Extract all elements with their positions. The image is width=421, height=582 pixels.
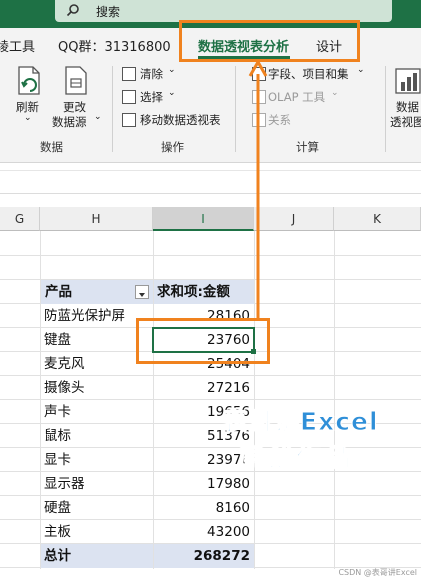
formula-bar-divider: [0, 170, 421, 171]
select-icon: [122, 90, 136, 104]
highlight-box-pivot-tab: [179, 20, 360, 62]
search-placeholder: 搜索: [96, 5, 121, 19]
pivot-chart-button[interactable]: 透视图: [390, 114, 421, 130]
pivot-row-product[interactable]: 主板: [44, 520, 152, 544]
search-icon: [66, 4, 79, 17]
dropdown-arrow-icon: [139, 293, 145, 297]
move-pivot-icon: [122, 113, 136, 127]
footer-credit: CSDN @表哥讲Excel: [338, 568, 417, 577]
watermark-line-1: 表哥讲Excel: [222, 407, 379, 437]
select-dropdown-icon[interactable]: ⌄: [168, 88, 176, 98]
group-label-calculations: 计算: [296, 140, 319, 154]
change-source-label-1[interactable]: 更改: [63, 99, 86, 115]
clear-icon: [122, 67, 136, 81]
refresh-dropdown-icon[interactable]: ⌄: [24, 113, 32, 123]
clear-dropdown-icon[interactable]: ⌄: [168, 65, 176, 75]
gridline: [0, 255, 421, 256]
pivot-row-amount[interactable]: 17980: [154, 472, 250, 496]
column-header-i[interactable]: I: [153, 207, 254, 231]
pivot-row-amount[interactable]: 43200: [154, 520, 250, 544]
column-header-k[interactable]: K: [334, 207, 421, 231]
column-header-h[interactable]: H: [40, 207, 153, 231]
change-data-source-icon: [65, 66, 87, 95]
move-pivot-button[interactable]: 移动数据透视表: [140, 112, 221, 128]
olap-tools-button[interactable]: OLAP 工具: [268, 89, 325, 105]
group-label-actions: 操作: [161, 140, 184, 154]
pivot-row-amount[interactable]: 23976: [154, 448, 250, 472]
fields-dropdown-icon[interactable]: ⌄: [357, 65, 365, 75]
formula-bar[interactable]: [0, 163, 421, 194]
filter-dropdown-button[interactable]: [135, 285, 149, 299]
group-label-data: 数据: [40, 140, 63, 154]
select-button[interactable]: 选择: [140, 89, 163, 105]
olap-dropdown-icon[interactable]: ⌄: [331, 88, 339, 98]
watermark-line-2: 原创作品: [237, 443, 355, 473]
relationships-button[interactable]: 关系: [268, 112, 291, 128]
highlight-box-cell: [136, 318, 270, 364]
arrow-annotation-icon: [248, 60, 268, 318]
pivot-row-product[interactable]: 硬盘: [44, 496, 152, 520]
group-separator: [385, 66, 386, 152]
clear-button[interactable]: 清除: [140, 66, 163, 82]
tab-tools[interactable]: 绫工具: [0, 36, 35, 55]
pivot-row-product[interactable]: 显示器: [44, 472, 152, 496]
change-source-dropdown-icon[interactable]: ⌄: [94, 112, 102, 122]
pivot-row-amount[interactable]: 27216: [154, 376, 250, 400]
group-separator: [112, 66, 113, 152]
group-separator: [235, 66, 236, 152]
column-header-g[interactable]: G: [0, 207, 40, 231]
pivot-row-amount[interactable]: 8160: [154, 496, 250, 520]
pivot-total-label[interactable]: 总计: [41, 544, 153, 568]
pivot-row-product[interactable]: 摄像头: [44, 376, 152, 400]
tab-qq-group[interactable]: QQ群：31316800: [58, 36, 171, 55]
fields-items-sets-button[interactable]: 字段、项目和集: [268, 66, 349, 82]
refresh-icon: [18, 66, 40, 95]
change-data-source-button[interactable]: 数据源: [52, 114, 87, 130]
pivot-row-product[interactable]: 声卡: [44, 400, 152, 424]
pivot-chart-label-1[interactable]: 数据: [396, 99, 419, 115]
pivot-chart-icon: [395, 68, 421, 94]
pivot-header-sum[interactable]: 求和项:金额: [154, 280, 254, 304]
pivot-total-value[interactable]: 268272: [154, 544, 254, 568]
pivot-row-product[interactable]: 显卡: [44, 448, 152, 472]
pivot-row-product[interactable]: 鼠标: [44, 424, 152, 448]
